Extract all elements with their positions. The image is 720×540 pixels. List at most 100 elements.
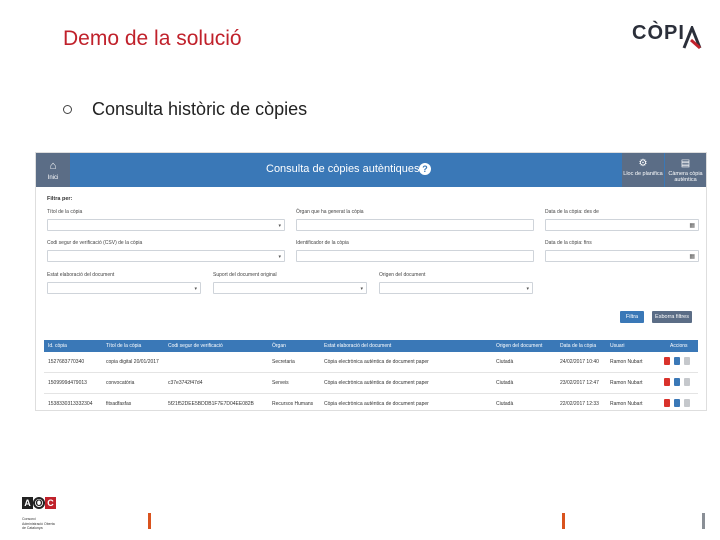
col-header[interactable]: Codi segur de verificació (168, 343, 223, 349)
col-header[interactable]: Origen del document (496, 343, 542, 349)
chevron-down-icon: ▾ (278, 223, 281, 229)
origin-filter-label: Origen del document (379, 272, 426, 278)
slide-title: Demo de la solució (63, 27, 242, 50)
cell-csv: c37e3742f47d4 (168, 380, 203, 386)
results-table-header: Id. còpia Títol de la còpia Codi segur d… (44, 340, 698, 352)
cell-user: Ramon Nubart (610, 380, 643, 386)
col-header[interactable]: Usuari (610, 343, 624, 349)
cell-title: fitxadfasfas (106, 401, 132, 407)
calendar-icon[interactable]: ▦ (689, 253, 695, 260)
cell-state: Còpia electrònica autèntica de document … (324, 380, 429, 386)
footer-bar (562, 513, 565, 529)
cell-title: copia digital 20/01/2017 (106, 359, 159, 365)
date-from-input[interactable]: ▦ (545, 219, 699, 231)
bullet-item: Consulta històric de còpies (63, 99, 307, 120)
camera-label: Càmera còpia autèntica (668, 171, 703, 183)
cell-id: 1538330313332304 (48, 401, 93, 407)
config-button[interactable]: ⚙ Lloc de planifica (622, 153, 664, 187)
document-icon: ▤ (680, 158, 691, 169)
filter-button[interactable]: Filtra (620, 311, 644, 323)
organ-filter-label: Òrgan que ha generat la còpia (296, 209, 364, 215)
document-icon[interactable] (674, 378, 680, 386)
col-header[interactable]: Òrgan (272, 343, 286, 349)
help-icon[interactable]: ? (419, 163, 431, 175)
identifier-filter-label: Identificador de la còpia (296, 240, 349, 246)
csv-filter-label: Codi segur de verificació (CSV) de la cò… (47, 240, 143, 246)
table-row[interactable]: 1509999d479013 convocatòria c37e3742f47d… (44, 373, 698, 394)
chevron-down-icon: ▾ (278, 254, 281, 260)
aoc-subtitle-line: de Catalunya (22, 526, 43, 530)
date-from-label: Data de la còpia: des de (545, 209, 599, 215)
cell-title: convocatòria (106, 380, 135, 386)
origin-filter-select[interactable]: ▾ (379, 282, 533, 294)
cell-organ: Secretaria (272, 359, 295, 365)
cell-origin: Ciutadà (496, 401, 514, 407)
identifier-filter-input[interactable] (296, 250, 534, 262)
state-filter-label: Estat elaboració del document (47, 272, 115, 278)
aoc-letter: C (45, 497, 56, 509)
aoc-letter: O (33, 497, 45, 509)
aoc-subtitle: Consorci Administració Oberta de Catalun… (22, 517, 84, 531)
chevron-down-icon: ▾ (360, 286, 363, 292)
app-screenshot: ⌂ Inici Consulta de còpies autèntiques ?… (35, 152, 707, 411)
camera-copy-button[interactable]: ▤ Càmera còpia autèntica (665, 153, 706, 187)
home-button[interactable]: ⌂ Inici (36, 153, 70, 187)
app-header: ⌂ Inici Consulta de còpies autèntiques ?… (36, 153, 706, 187)
filters-label: Filtra per: (47, 196, 73, 202)
aoc-letter: A (22, 497, 33, 509)
cell-organ: Serveis (272, 380, 289, 386)
cell-id: 1509999d479013 (48, 380, 87, 386)
aoc-logo: AOC Consorci Administració Oberta de Cat… (22, 497, 84, 531)
cell-origin: Ciutadà (496, 380, 514, 386)
copia-logo-mark-icon (682, 26, 702, 50)
calendar-icon[interactable]: ▦ (689, 222, 695, 229)
organ-filter-input[interactable] (296, 219, 534, 231)
chevron-down-icon: ▾ (526, 286, 529, 292)
cell-organ: Recursos Humans (272, 401, 314, 407)
date-to-label: Data de la còpia: fins (545, 240, 592, 246)
col-header: Accions (670, 343, 688, 349)
pdf-icon[interactable] (664, 378, 670, 386)
cell-csv: 5f21f52DEE5BDDB1F7E7D04EE082B (168, 401, 254, 407)
document-icon[interactable] (674, 399, 680, 407)
trash-icon[interactable] (684, 399, 690, 407)
copia-logo-text: CÒPI (632, 22, 685, 44)
pdf-icon[interactable] (664, 399, 670, 407)
col-header[interactable]: Títol de la còpia (106, 343, 141, 349)
col-header[interactable]: Estat elaboració del document (324, 343, 391, 349)
state-filter-select[interactable]: ▾ (47, 282, 201, 294)
title-filter-label: Títol de la còpia (47, 209, 83, 215)
trash-icon[interactable] (684, 357, 690, 365)
bullet-circle-icon (63, 105, 72, 114)
home-label: Inici (47, 175, 59, 181)
document-icon[interactable] (674, 357, 680, 365)
cell-id: 1527683770340 (48, 359, 85, 365)
col-header[interactable]: Data de la còpia (560, 343, 596, 349)
trash-icon[interactable] (684, 378, 690, 386)
cell-date: 24/02/2017 10:40 (560, 359, 599, 365)
cell-origin: Ciutadà (496, 359, 514, 365)
app-title: Consulta de còpies autèntiques (266, 163, 420, 175)
csv-filter-select[interactable]: ▾ (47, 250, 285, 262)
cell-date: 22/02/2017 12:33 (560, 401, 599, 407)
table-row[interactable]: 1538330313332304 fitxadfasfas 5f21f52DEE… (44, 394, 698, 410)
cell-user: Ramon Nubart (610, 359, 643, 365)
config-label: Lloc de planifica (623, 171, 663, 177)
title-filter-select[interactable]: ▾ (47, 219, 285, 231)
home-icon: ⌂ (49, 160, 57, 172)
gear-icon: ⚙ (638, 158, 648, 169)
chevron-down-icon: ▾ (194, 286, 197, 292)
col-header[interactable]: Id. còpia (48, 343, 67, 349)
cell-state: Còpia electrònica autèntica de document … (324, 401, 429, 407)
date-to-input[interactable]: ▦ (545, 250, 699, 262)
clear-filters-button[interactable]: Esborra filtres (652, 311, 692, 323)
copia-logo: CÒPI (632, 22, 702, 54)
bullet-text: Consulta històric de còpies (92, 99, 308, 119)
cell-date: 23/02/2017 12:47 (560, 380, 599, 386)
table-row[interactable]: 1527683770340 copia digital 20/01/2017 S… (44, 352, 698, 373)
pdf-icon[interactable] (664, 357, 670, 365)
cell-state: Còpia electrònica autèntica de document … (324, 359, 429, 365)
support-filter-select[interactable]: ▾ (213, 282, 367, 294)
footer-bar (148, 513, 151, 529)
cell-user: Ramon Nubart (610, 401, 643, 407)
